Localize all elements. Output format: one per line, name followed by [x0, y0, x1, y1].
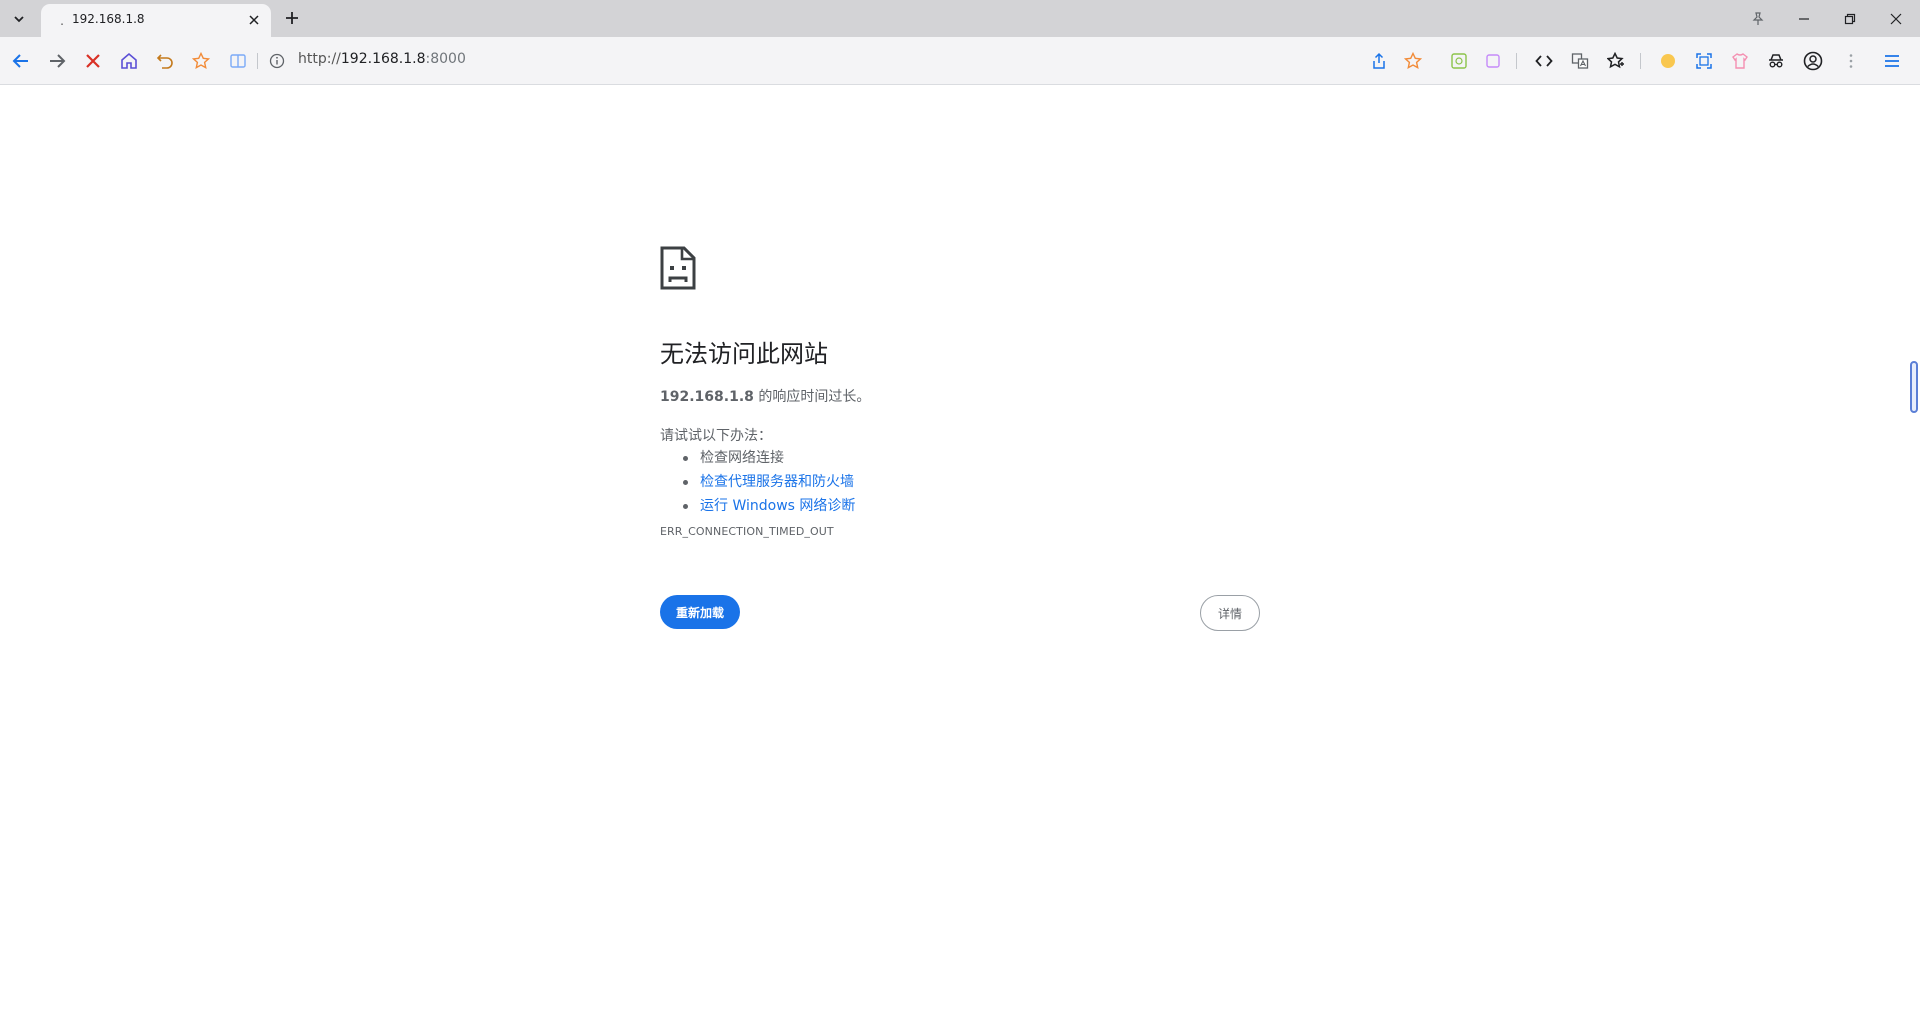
- bookmark-page-button[interactable]: [1400, 48, 1426, 74]
- active-tab[interactable]: . 192.168.1.8: [41, 4, 271, 37]
- image-extension-icon: [1451, 53, 1467, 69]
- pin-window-button[interactable]: [1736, 0, 1780, 37]
- home-button[interactable]: [116, 48, 142, 74]
- star-icon: [192, 52, 210, 69]
- back-button[interactable]: [8, 48, 34, 74]
- profile-icon: [1803, 51, 1823, 71]
- page-content: 无法访问此网站 192.168.1.8 的响应时间过长。 请试试以下办法： 检查…: [0, 86, 1920, 1032]
- translate-icon: [1571, 53, 1589, 69]
- toolbar-divider: [257, 53, 258, 69]
- stop-icon: [86, 54, 100, 68]
- favorites-icon: [1607, 52, 1624, 69]
- home-icon: [121, 52, 137, 69]
- bookmarks-button[interactable]: [188, 48, 214, 74]
- code-icon: [1535, 55, 1553, 67]
- close-icon: [1890, 13, 1902, 24]
- tab-list-button[interactable]: [6, 6, 32, 32]
- more-vertical-icon: [1849, 54, 1853, 68]
- menu-icon: [1885, 55, 1899, 67]
- share-button[interactable]: [1366, 48, 1392, 74]
- suggestion-check-network: 检查网络连接: [660, 448, 855, 472]
- profile-button[interactable]: [1800, 48, 1826, 74]
- incognito-icon: [1769, 54, 1783, 68]
- url-port: :8000: [425, 51, 466, 67]
- shirt-extension-icon: [1732, 53, 1748, 69]
- share-icon: [1373, 52, 1385, 69]
- close-icon: [249, 15, 259, 25]
- error-code: ERR_CONNECTION_TIMED_OUT: [660, 525, 834, 538]
- tab-close-button[interactable]: [245, 11, 263, 29]
- tab-title: 192.168.1.8: [72, 12, 145, 26]
- plus-icon: [286, 12, 298, 24]
- error-description: 192.168.1.8 的响应时间过长。: [660, 386, 870, 406]
- suggestion-check-proxy-link[interactable]: 检查代理服务器和防火墙: [660, 472, 855, 496]
- restore-icon: [1844, 13, 1856, 24]
- screenshot-button[interactable]: [1691, 48, 1717, 74]
- suggestions-list: 检查网络连接 检查代理服务器和防火墙 运行 Windows 网络诊断: [660, 448, 855, 520]
- stop-button[interactable]: [80, 48, 106, 74]
- chevron-down-icon: [14, 16, 24, 23]
- sun-extension-icon: [1661, 54, 1675, 68]
- devtools-button[interactable]: [1531, 48, 1557, 74]
- restore-button[interactable]: [1828, 0, 1872, 37]
- pin-icon: [1752, 11, 1764, 25]
- site-info-button[interactable]: [268, 52, 286, 70]
- extension-button-3[interactable]: [1655, 48, 1681, 74]
- more-options-button[interactable]: [1838, 48, 1864, 74]
- extension-button-4[interactable]: [1727, 48, 1753, 74]
- loading-favicon-icon: .: [60, 14, 64, 28]
- url-scheme: http://: [298, 51, 341, 67]
- scrollbar-thumb[interactable]: [1910, 361, 1918, 413]
- incognito-button[interactable]: [1763, 48, 1789, 74]
- minimize-button[interactable]: [1782, 0, 1826, 37]
- details-button[interactable]: 详情: [1200, 595, 1260, 631]
- info-icon: [269, 53, 285, 69]
- close-window-button[interactable]: [1874, 0, 1918, 37]
- translate-button[interactable]: [1567, 48, 1593, 74]
- menu-button[interactable]: [1879, 48, 1905, 74]
- error-desc-text: 的响应时间过长。: [753, 389, 871, 405]
- forward-arrow-icon: [50, 54, 66, 68]
- extension-button-2[interactable]: [1480, 48, 1506, 74]
- reload-button[interactable]: 重新加载: [660, 595, 741, 629]
- toolbar-divider: [1640, 53, 1641, 69]
- minimize-icon: [1799, 17, 1809, 20]
- error-host: 192.168.1.8: [660, 389, 754, 405]
- tab-strip: . 192.168.1.8: [0, 0, 1920, 37]
- url-host: 192.168.1.8: [340, 51, 426, 67]
- reader-mode-button[interactable]: [225, 48, 251, 74]
- toolbar-divider: [1516, 53, 1517, 69]
- url-text[interactable]: http://192.168.1.8:8000: [298, 51, 466, 67]
- undo-close-tab-button[interactable]: [152, 48, 178, 74]
- undo-icon: [156, 54, 173, 69]
- star-icon: [1404, 52, 1422, 69]
- screenshot-icon: [1696, 53, 1712, 69]
- error-title: 无法访问此网站: [660, 340, 828, 368]
- suggestions-label: 请试试以下办法：: [660, 428, 772, 444]
- new-tab-button[interactable]: [280, 6, 304, 30]
- address-bar[interactable]: http://192.168.1.8:8000: [262, 47, 1362, 75]
- suggestion-run-diagnostics-link[interactable]: 运行 Windows 网络诊断: [660, 496, 855, 520]
- reader-icon: [230, 54, 246, 68]
- back-arrow-icon: [12, 54, 28, 68]
- forward-button[interactable]: [44, 48, 70, 74]
- browser-toolbar: http://192.168.1.8:8000: [0, 37, 1920, 85]
- puzzle-extension-icon: [1486, 54, 1500, 68]
- sad-page-icon: [660, 246, 696, 290]
- extension-button-1[interactable]: [1446, 48, 1472, 74]
- favorites-button[interactable]: [1603, 48, 1629, 74]
